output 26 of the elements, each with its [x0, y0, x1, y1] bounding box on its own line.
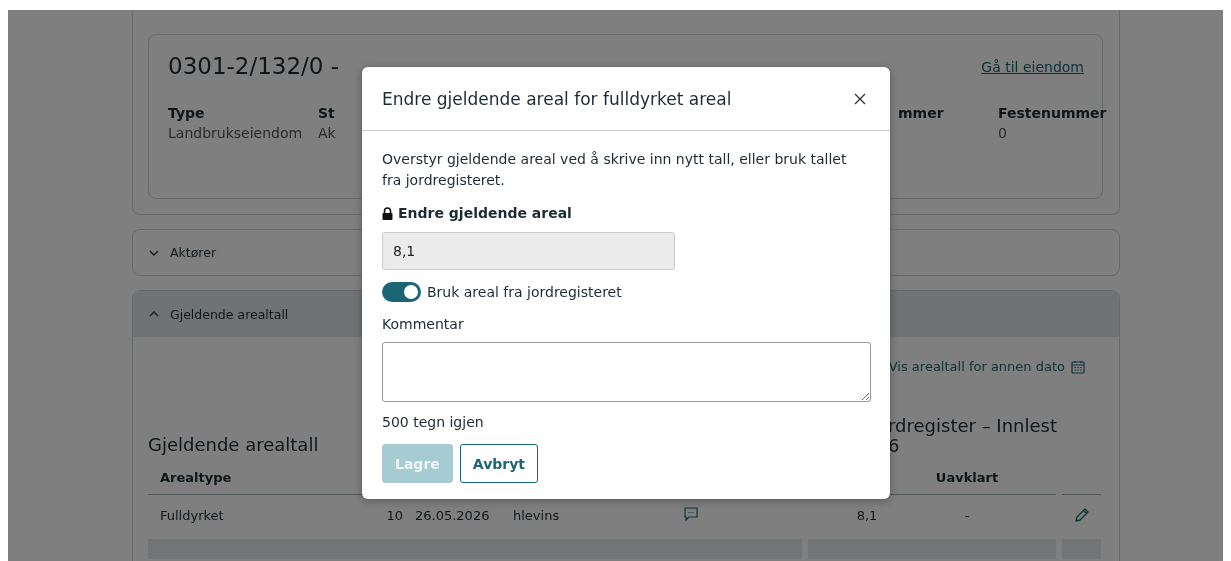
field-label: mmer	[898, 105, 945, 121]
table-cell-text: hlevins	[513, 507, 561, 523]
field-label: St	[318, 105, 336, 121]
field-label: Endre gjeldende areal	[398, 205, 572, 221]
accordion-title: Gjeldende arealtall	[170, 306, 289, 322]
comment-label: Kommentar	[382, 316, 465, 332]
column-header: Arealtype	[160, 469, 233, 485]
column-header: Uavklart	[934, 469, 1000, 485]
table-title: rdregister – Innlest	[888, 416, 1057, 436]
table-cell-text: -	[963, 507, 971, 523]
dialog-title: Endre gjeldende areal for fulldyrket areal	[382, 88, 732, 109]
field-value: Ak	[318, 125, 337, 141]
table-cell-text: 10	[385, 507, 404, 523]
accordion-title: Aktører	[170, 245, 217, 260]
dialog-description: Overstyr gjeldende areal ved å skrive inn nytt tall, eller bruk tallet fra jordregisteret.	[382, 150, 848, 190]
field-label: Type	[168, 105, 206, 121]
table-cell-text: 26.05.2026	[415, 507, 491, 523]
field-label: Festenummer	[998, 105, 1107, 121]
table-title: Gjeldende arealtall	[148, 434, 319, 456]
character-counter: 500 tegn igjen	[382, 414, 485, 430]
table-cell-text: 8,1	[855, 507, 879, 523]
field-value: 0	[998, 125, 1008, 141]
property-title: 0301-2/132/0 -	[168, 53, 340, 79]
field-value: Landbrukseiendom	[168, 125, 304, 141]
table-cell-text: Fulldyrket	[160, 507, 225, 523]
toggle-label: Bruk areal fra jordregisteret	[427, 284, 622, 300]
